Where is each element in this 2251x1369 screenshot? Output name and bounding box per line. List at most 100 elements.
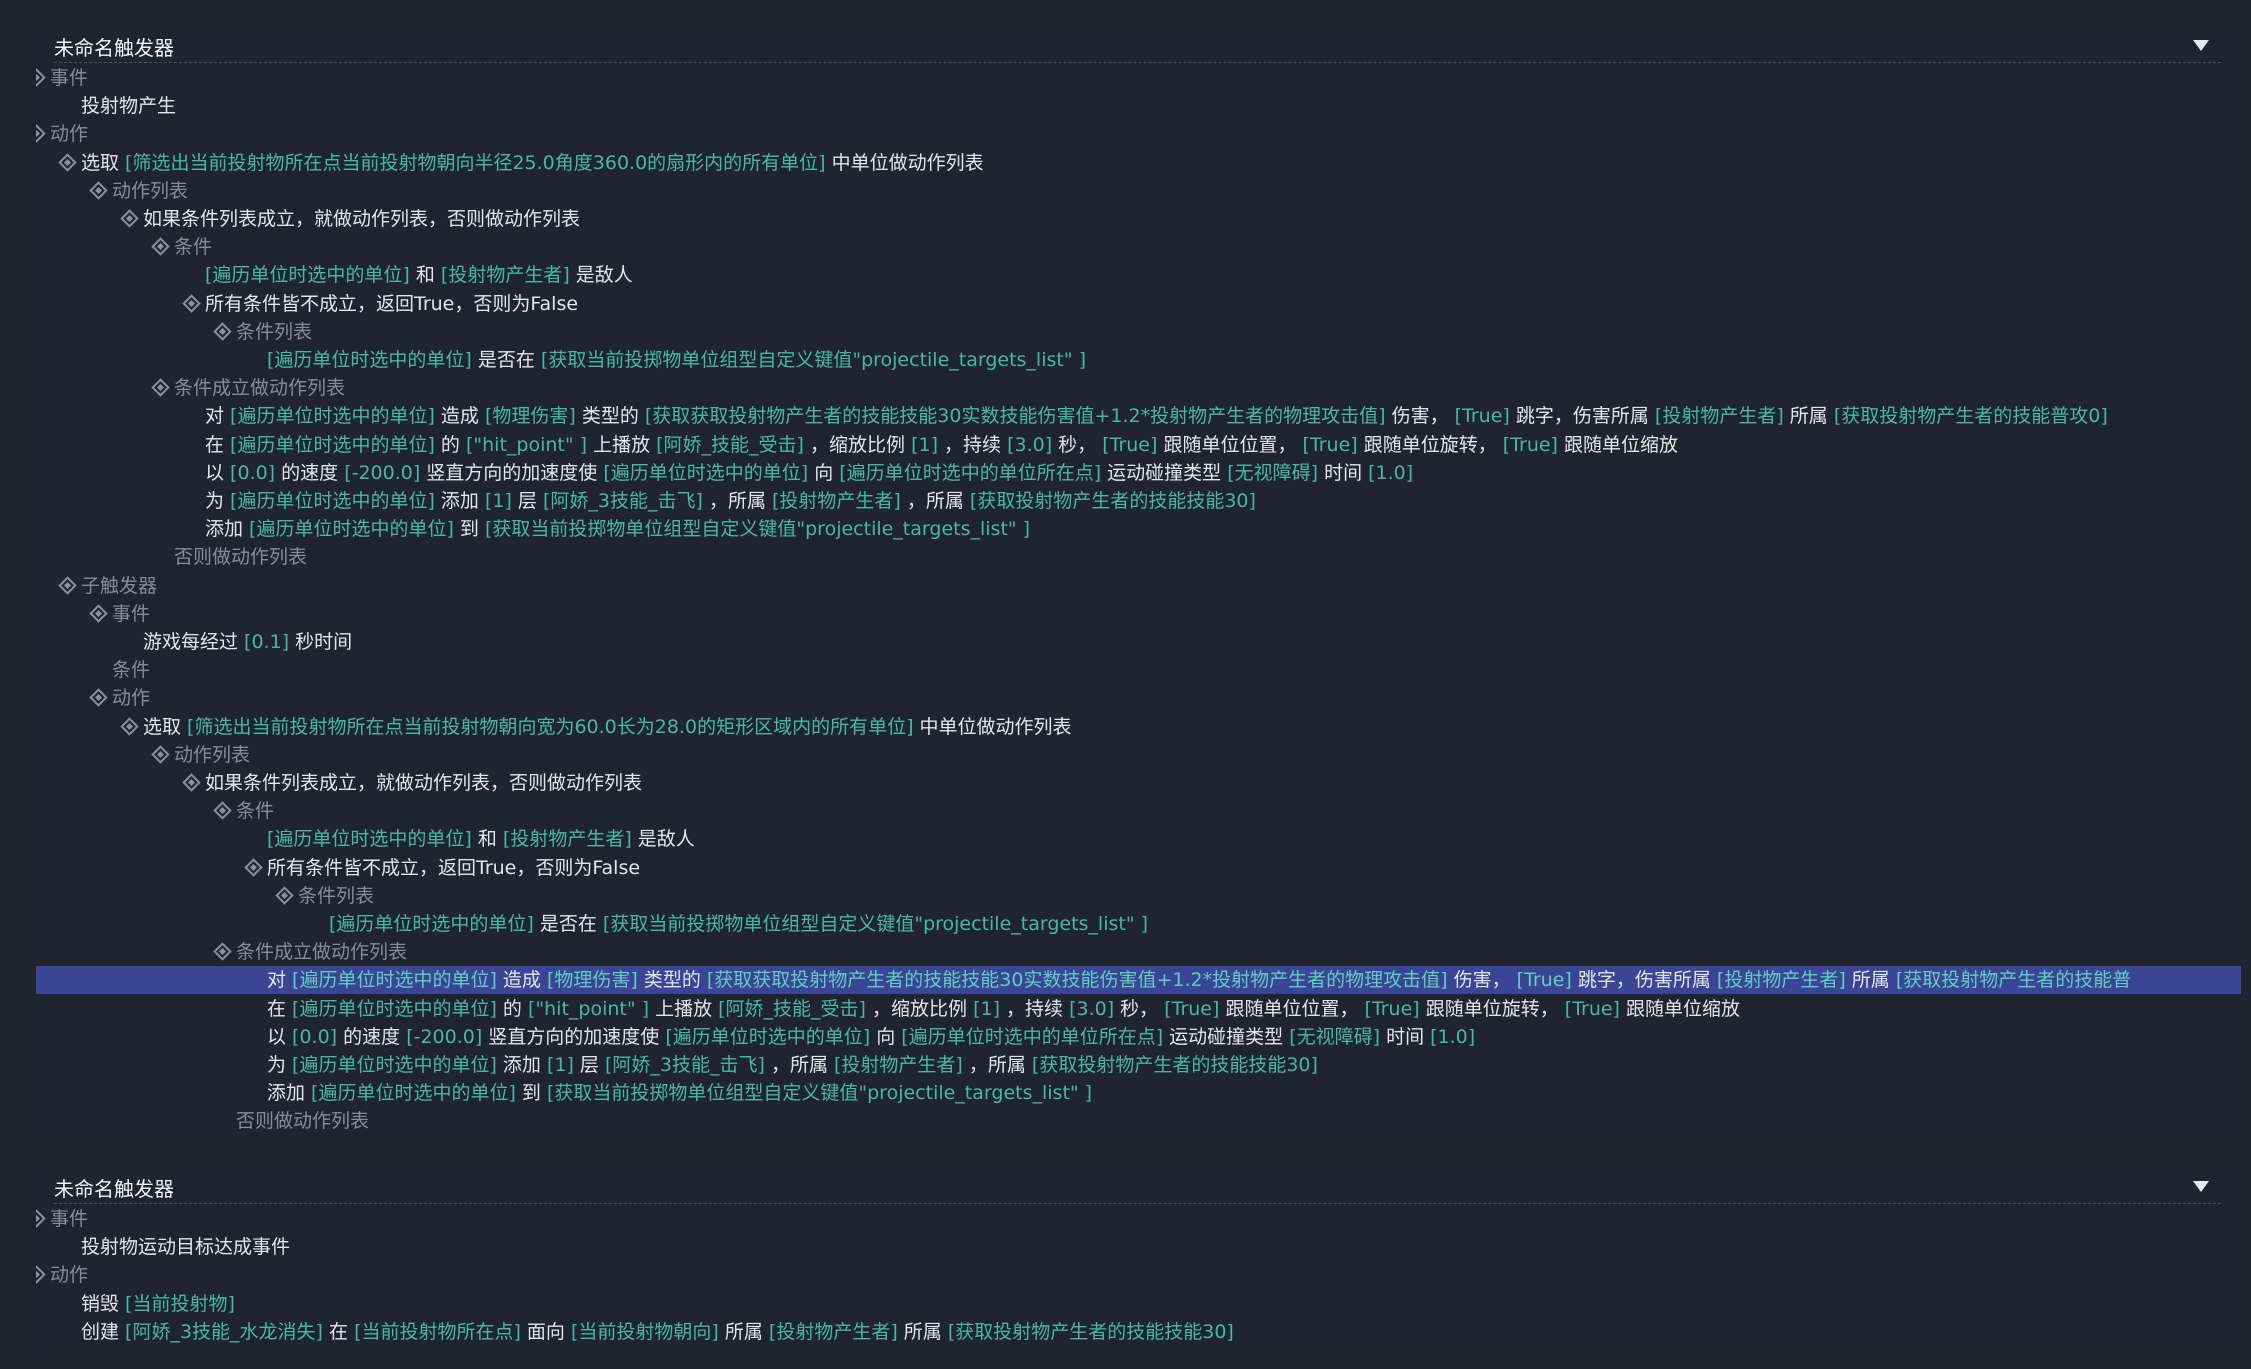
param-token[interactable]: [1] bbox=[485, 490, 512, 512]
expand-diamond-icon[interactable] bbox=[58, 152, 77, 172]
tree-row[interactable]: 否则做动作列表 bbox=[36, 543, 2241, 571]
param-token[interactable]: [遍历单位时选中的单位] bbox=[230, 434, 435, 456]
param-token[interactable]: [无视障碍] bbox=[1227, 462, 1318, 484]
tree-row[interactable]: 条件成立做动作列表 bbox=[36, 938, 2241, 966]
param-token[interactable]: [获取投射物产生者的技能技能30] bbox=[970, 490, 1256, 512]
param-token[interactable]: [获取当前投掷物单位组型自定义键值"projectile_targets_lis… bbox=[485, 518, 1030, 540]
param-token[interactable]: [无视障碍] bbox=[1289, 1026, 1380, 1048]
expand-diamond-icon[interactable] bbox=[89, 604, 108, 623]
collapse-arrow-icon[interactable] bbox=[2193, 1181, 2209, 1192]
tree-row[interactable]: 在 [遍历单位时选中的单位] 的 ["hit_point" ] 上播放 [阿娇_… bbox=[36, 995, 2241, 1023]
tree-row[interactable]: [遍历单位时选中的单位] 和 [投射物产生者] 是敌人 bbox=[36, 825, 2241, 853]
tree-row[interactable]: [遍历单位时选中的单位] 和 [投射物产生者] 是敌人 bbox=[36, 261, 2241, 289]
tree-row[interactable]: 选取 [筛选出当前投射物所在点当前投射物朝向宽为60.0长为28.0的矩形区域内… bbox=[36, 713, 2241, 741]
tree-row[interactable]: 投射物运动目标达成事件 bbox=[36, 1233, 2241, 1261]
param-token[interactable]: [投射物产生者] bbox=[441, 264, 570, 286]
tree-row[interactable]: 选取 [筛选出当前投射物所在点当前投射物朝向半径25.0角度360.0的扇形内的… bbox=[36, 149, 2241, 177]
param-token[interactable]: [阿娇_技能_受击] bbox=[718, 998, 866, 1020]
tree-row[interactable]: [遍历单位时选中的单位] 是否在 [获取当前投掷物单位组型自定义键值"proje… bbox=[36, 910, 2241, 938]
param-token[interactable]: [当前投射物所在点] bbox=[354, 1321, 521, 1343]
tree-row[interactable]: 动作列表 bbox=[36, 177, 2241, 205]
param-token[interactable]: [获取获取投射物产生者的技能技能30实数技能伤害值+1.2*投射物产生者的物理攻… bbox=[707, 969, 1448, 991]
param-token[interactable]: [遍历单位时选中的单位] bbox=[665, 1026, 870, 1048]
tree-row[interactable]: 条件 bbox=[36, 233, 2241, 261]
tree-row[interactable]: 事件 bbox=[36, 64, 2241, 92]
tree-row[interactable]: 以 [0.0] 的速度 [-200.0] 竖直方向的加速度使 [遍历单位时选中的… bbox=[36, 1023, 2241, 1051]
expand-diamond-icon[interactable] bbox=[120, 209, 139, 228]
expand-diamond-icon[interactable] bbox=[151, 237, 170, 256]
tree-row[interactable]: 动作 bbox=[36, 684, 2241, 712]
param-token[interactable]: [True] bbox=[1102, 434, 1157, 456]
param-token[interactable]: [True] bbox=[1365, 998, 1420, 1020]
param-token[interactable]: [获取当前投掷物单位组型自定义键值"projectile_targets_lis… bbox=[603, 913, 1148, 935]
param-token[interactable]: [遍历单位时选中的单位] bbox=[230, 405, 435, 427]
param-token[interactable]: [物理伤害] bbox=[547, 969, 638, 991]
param-token[interactable]: [筛选出当前投射物所在点当前投射物朝向半径25.0角度360.0的扇形内的所有单… bbox=[125, 152, 826, 174]
expand-diamond-icon[interactable] bbox=[120, 716, 139, 736]
param-token[interactable]: [1] bbox=[973, 998, 1000, 1020]
param-token[interactable]: [遍历单位时选中的单位] bbox=[603, 462, 808, 484]
tree-row[interactable]: 动作 bbox=[36, 120, 2241, 148]
tree-row[interactable]: 动作列表 bbox=[36, 741, 2241, 769]
expand-diamond-icon[interactable] bbox=[275, 886, 294, 905]
param-token[interactable]: [遍历单位时选中的单位所在点] bbox=[901, 1026, 1163, 1048]
param-token[interactable]: [投射物产生者] bbox=[772, 490, 901, 512]
param-token[interactable]: [阿娇_3技能_击飞] bbox=[605, 1054, 765, 1076]
tree-row[interactable]: 游戏每经过 [0.1] 秒时间 bbox=[36, 628, 2241, 656]
param-token[interactable]: [阿娇_3技能_水龙消失] bbox=[125, 1321, 323, 1343]
param-token[interactable]: [0.0] bbox=[230, 462, 275, 484]
param-token[interactable]: [True] bbox=[1303, 434, 1358, 456]
tree-row[interactable]: 条件成立做动作列表 bbox=[36, 374, 2241, 402]
param-token[interactable]: [遍历单位时选中的单位] bbox=[249, 518, 454, 540]
param-token[interactable]: [投射物产生者] bbox=[769, 1321, 898, 1343]
tree-row[interactable]: 事件 bbox=[36, 1205, 2241, 1233]
param-token[interactable]: [True] bbox=[1517, 969, 1572, 991]
param-token[interactable]: [遍历单位时选中的单位] bbox=[311, 1082, 516, 1104]
param-token[interactable]: [投射物产生者] bbox=[503, 828, 632, 850]
param-token[interactable]: [True] bbox=[1503, 434, 1558, 456]
tree-row[interactable]: 条件 bbox=[36, 656, 2241, 684]
param-token[interactable]: [3.0] bbox=[1007, 434, 1052, 456]
trigger-header[interactable]: 未命名触发器 bbox=[54, 24, 2221, 63]
param-token[interactable]: ["hit_point" ] bbox=[466, 434, 587, 456]
tree-row[interactable]: 在 [遍历单位时选中的单位] 的 ["hit_point" ] 上播放 [阿娇_… bbox=[36, 431, 2241, 459]
tree-row[interactable]: 销毁 [当前投射物] bbox=[36, 1290, 2241, 1318]
tree-row[interactable]: 否则做动作列表 bbox=[36, 1107, 2241, 1135]
param-token[interactable]: [当前投射物朝向] bbox=[571, 1321, 719, 1343]
tree-row[interactable]: 如果条件列表成立，就做动作列表，否则做动作列表 bbox=[36, 205, 2241, 233]
param-token[interactable]: [阿娇_技能_受击] bbox=[656, 434, 804, 456]
param-token[interactable]: [投射物产生者] bbox=[1717, 969, 1846, 991]
tree-row[interactable]: 创建 [阿娇_3技能_水龙消失] 在 [当前投射物所在点] 面向 [当前投射物朝… bbox=[36, 1318, 2241, 1346]
param-token[interactable]: [1] bbox=[547, 1054, 574, 1076]
param-token[interactable]: [获取投射物产生者的技能普攻0] bbox=[1834, 405, 2108, 427]
param-token[interactable]: [遍历单位时选中的单位] bbox=[329, 913, 534, 935]
expand-diamond-icon[interactable] bbox=[36, 1265, 46, 1285]
expand-diamond-icon[interactable] bbox=[151, 378, 170, 397]
tree-row[interactable]: 为 [遍历单位时选中的单位] 添加 [1] 层 [阿娇_3技能_击飞] ，所属 … bbox=[36, 487, 2241, 515]
tree-row-selected[interactable]: 对 [遍历单位时选中的单位] 造成 [物理伤害] 类型的 [获取获取投射物产生者… bbox=[36, 966, 2241, 995]
param-token[interactable]: [-200.0] bbox=[406, 1026, 482, 1048]
param-token[interactable]: [阿娇_3技能_击飞] bbox=[543, 490, 703, 512]
tree-row[interactable]: 子触发器 bbox=[36, 572, 2241, 600]
expand-diamond-icon[interactable] bbox=[36, 124, 46, 144]
tree-row[interactable]: 所有条件皆不成立，返回True，否则为False bbox=[36, 290, 2241, 318]
param-token[interactable]: [遍历单位时选中的单位] bbox=[230, 490, 435, 512]
expand-diamond-icon[interactable] bbox=[151, 745, 170, 764]
expand-diamond-icon[interactable] bbox=[244, 857, 263, 877]
trigger-header[interactable]: 未命名触发器 bbox=[54, 1165, 2221, 1204]
param-token[interactable]: [获取获取投射物产生者的技能技能30实数技能伤害值+1.2*投射物产生者的物理攻… bbox=[645, 405, 1386, 427]
param-token[interactable]: [物理伤害] bbox=[485, 405, 576, 427]
expand-diamond-icon[interactable] bbox=[58, 575, 77, 595]
expand-diamond-icon[interactable] bbox=[213, 942, 232, 961]
expand-diamond-icon[interactable] bbox=[36, 1209, 46, 1228]
tree-row[interactable]: 为 [遍历单位时选中的单位] 添加 [1] 层 [阿娇_3技能_击飞] ，所属 … bbox=[36, 1051, 2241, 1079]
tree-row[interactable]: 以 [0.0] 的速度 [-200.0] 竖直方向的加速度使 [遍历单位时选中的… bbox=[36, 459, 2241, 487]
tree-row[interactable]: 添加 [遍历单位时选中的单位] 到 [获取当前投掷物单位组型自定义键值"proj… bbox=[36, 515, 2241, 543]
param-token[interactable]: [遍历单位时选中的单位] bbox=[292, 1054, 497, 1076]
param-token[interactable]: [投射物产生者] bbox=[1655, 405, 1784, 427]
param-token[interactable]: [遍历单位时选中的单位] bbox=[205, 264, 410, 286]
param-token[interactable]: [遍历单位时选中的单位] bbox=[292, 969, 497, 991]
tree-row[interactable]: 对 [遍历单位时选中的单位] 造成 [物理伤害] 类型的 [获取获取投射物产生者… bbox=[36, 402, 2241, 430]
param-token[interactable]: [当前投射物] bbox=[125, 1293, 235, 1315]
tree-row[interactable]: 条件列表 bbox=[36, 882, 2241, 910]
